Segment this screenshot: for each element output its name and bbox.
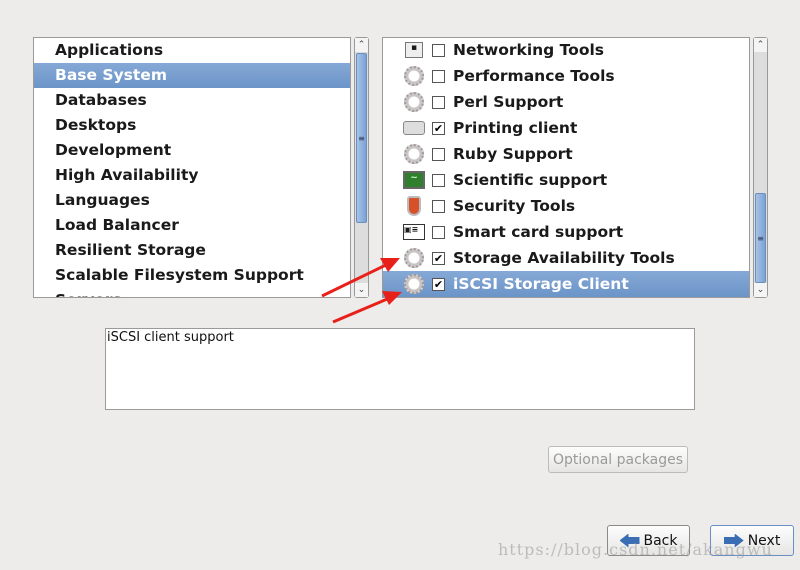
optional-packages-button[interactable]: Optional packages xyxy=(548,446,688,473)
next-button[interactable]: Next xyxy=(710,525,794,556)
back-arrow-icon xyxy=(619,533,640,548)
back-button[interactable]: Back xyxy=(607,525,690,556)
back-label: Back xyxy=(643,532,678,549)
package-description: iSCSI client support xyxy=(105,328,695,410)
next-label: Next xyxy=(747,532,781,549)
annotation-arrows xyxy=(321,258,402,324)
next-arrow-icon xyxy=(723,533,744,548)
